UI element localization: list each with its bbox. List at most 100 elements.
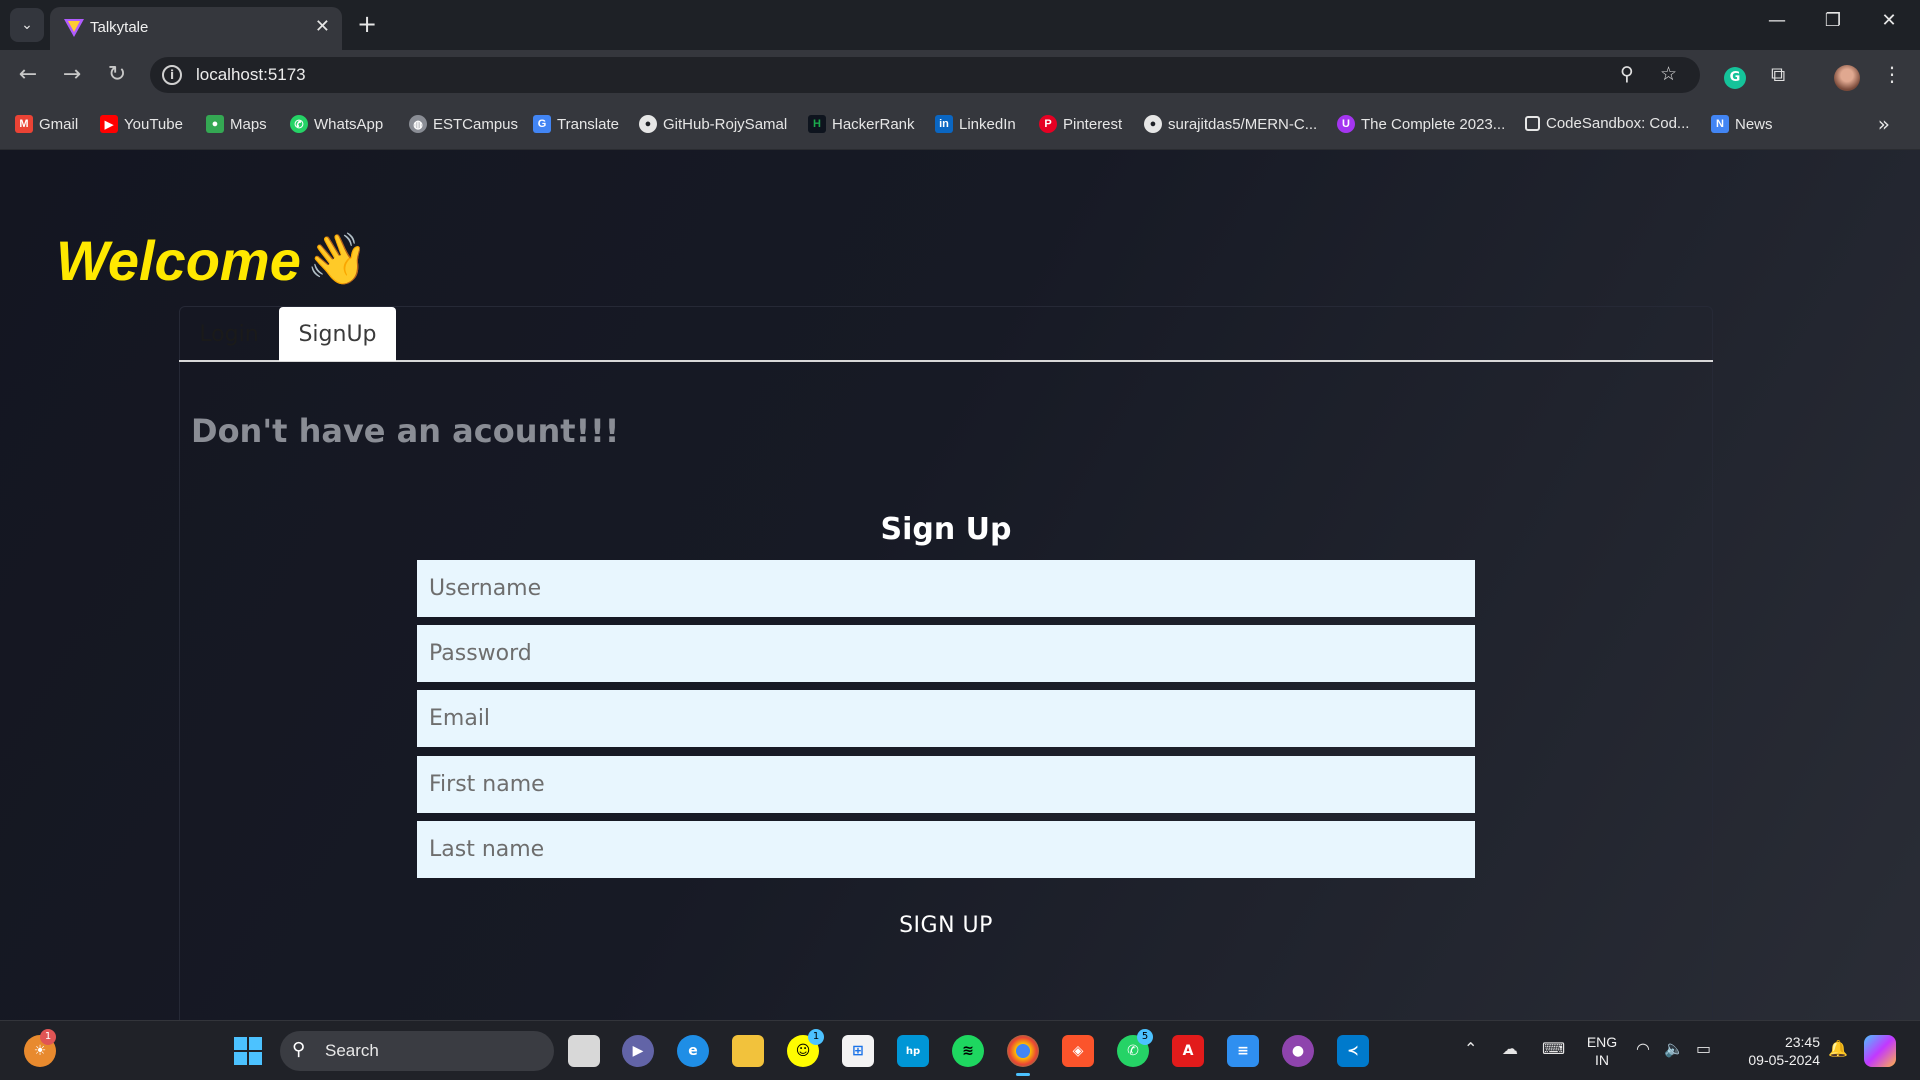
bookmark-complete-2023[interactable]: U The Complete 2023... [1337, 115, 1505, 133]
tab-login[interactable]: Login [180, 307, 278, 361]
extensions-puzzle-icon[interactable]: ⧉ [1771, 62, 1785, 86]
chrome-active-indicator [1016, 1073, 1030, 1076]
bookmark-translate[interactable]: G Translate [533, 115, 619, 133]
myhp-icon[interactable]: hp [897, 1035, 929, 1067]
onedrive-icon[interactable]: ☁ [1502, 1039, 1518, 1058]
github-icon: ● [639, 115, 657, 133]
tab-search-chevron-icon[interactable]: ⌄ [10, 8, 44, 42]
globe-icon: ◍ [409, 115, 427, 133]
app-page: Welcome 👋 Login SignUp Don't have an aco… [0, 150, 1920, 1080]
last-name-input[interactable] [417, 821, 1475, 878]
wifi-icon[interactable]: ◠ [1636, 1039, 1650, 1058]
keyboard-icon[interactable]: ⌨ [1542, 1039, 1565, 1058]
edge-icon[interactable]: e [677, 1035, 709, 1067]
youtube-icon: ▶ [100, 115, 118, 133]
restore-icon[interactable]: ❐ [1810, 10, 1856, 31]
windows-start-icon[interactable] [232, 1035, 264, 1067]
github-desktop-icon[interactable]: ● [1282, 1035, 1314, 1067]
tray-overflow-icon[interactable]: ⌃ [1464, 1039, 1477, 1058]
zoom-icon[interactable]: ⚲ [1620, 63, 1634, 85]
codesandbox-icon [1525, 116, 1540, 131]
bookmark-linkedin[interactable]: in LinkedIn [935, 115, 1016, 133]
bookmark-github-rojysamal[interactable]: ● GitHub-RojySamal [639, 115, 787, 133]
bookmark-star-icon[interactable]: ☆ [1660, 63, 1677, 85]
talkytale-favicon-icon [64, 19, 84, 37]
browser-menu-icon[interactable]: ⋮ [1882, 62, 1902, 86]
maps-icon: ● [206, 115, 224, 133]
bookmark-maps[interactable]: ● Maps [206, 115, 267, 133]
acrobat-icon[interactable]: A [1172, 1035, 1204, 1067]
weather-badge: 1 [40, 1029, 56, 1045]
address-url[interactable]: localhost:5173 [196, 65, 306, 85]
news-icon: N [1711, 115, 1729, 133]
spotify-icon[interactable]: ≋ [952, 1035, 984, 1067]
first-name-input[interactable] [417, 756, 1475, 813]
whatsapp-icon: ✆ [290, 115, 308, 133]
tab-title: Talkytale [90, 19, 149, 36]
notepad-icon[interactable]: ≡ [1227, 1035, 1259, 1067]
github-icon: ● [1144, 115, 1162, 133]
browser-tab-strip: ⌄ Talkytale ✕ + — ❐ ✕ [0, 0, 1920, 50]
waving-hand-icon: 👋 [306, 230, 369, 288]
bookmarks-bar: M Gmail ▶ YouTube ● Maps ✆ WhatsApp ◍ ES… [0, 100, 1920, 150]
hackerrank-icon: H [808, 115, 826, 133]
browser-toolbar: ← → ↻ i localhost:5173 ⚲ ☆ ⧉ ⋮ [0, 50, 1920, 100]
teams-meet-icon[interactable]: ▶ [622, 1035, 654, 1067]
taskbar-clock[interactable]: 23:45 09-05-2024 [1730, 1033, 1820, 1069]
tabs-divider [179, 360, 1713, 362]
bookmark-pinterest[interactable]: P Pinterest [1039, 115, 1122, 133]
bookmark-gmail[interactable]: M Gmail [15, 115, 78, 133]
chrome-icon[interactable] [1007, 1035, 1039, 1067]
reload-icon[interactable]: ↻ [101, 60, 133, 90]
username-input[interactable] [417, 560, 1475, 617]
bookmark-hackerrank[interactable]: H HackerRank [808, 115, 915, 133]
bookmark-youtube[interactable]: ▶ YouTube [100, 115, 183, 133]
translate-icon: G [533, 115, 551, 133]
windows-taskbar: ☀ 1 ⚲ Search ▶ e ☺ 1 ⊞ hp ≋ ◈ ✆ 5 A ≡ ● … [0, 1020, 1920, 1080]
brave-icon[interactable]: ◈ [1062, 1035, 1094, 1067]
search-icon: ⚲ [292, 1039, 306, 1060]
browser-tab-active[interactable]: Talkytale ✕ [50, 7, 342, 50]
task-view-icon[interactable] [568, 1035, 600, 1067]
taskbar-search-label: Search [325, 1041, 379, 1060]
new-tab-button[interactable]: + [352, 10, 382, 38]
bookmark-mern-repo[interactable]: ● surajitdas5/MERN-C... [1144, 115, 1317, 133]
profile-avatar[interactable] [1834, 65, 1860, 91]
minimize-icon[interactable]: — [1754, 10, 1800, 31]
volume-icon[interactable]: 🔈 [1664, 1039, 1684, 1058]
window-close-icon[interactable]: ✕ [1866, 10, 1912, 31]
tab-signup[interactable]: SignUp [279, 307, 396, 361]
bookmark-estcampus[interactable]: ◍ ESTCampus [409, 115, 518, 133]
bookmark-news[interactable]: N News [1711, 115, 1773, 133]
welcome-heading: Welcome [56, 229, 301, 292]
bookmark-whatsapp[interactable]: ✆ WhatsApp [290, 115, 383, 133]
udemy-icon: U [1337, 115, 1355, 133]
input-language[interactable]: ENG IN [1582, 1033, 1622, 1069]
vscode-icon[interactable]: ≺ [1337, 1035, 1369, 1067]
password-input[interactable] [417, 625, 1475, 682]
signup-tagline: Don't have an acount!!! [191, 412, 620, 450]
battery-icon[interactable]: ▭ [1696, 1039, 1711, 1058]
file-explorer-icon[interactable] [732, 1035, 764, 1067]
whatsapp-badge: 5 [1137, 1029, 1153, 1045]
taskbar-search-box[interactable]: ⚲ Search [280, 1031, 554, 1071]
windows-logo-icon [234, 1037, 262, 1065]
linkedin-icon: in [935, 115, 953, 133]
copilot-icon[interactable] [1864, 1035, 1896, 1067]
address-bar[interactable]: i localhost:5173 ⚲ ☆ [150, 57, 1700, 93]
microsoft-store-icon[interactable]: ⊞ [842, 1035, 874, 1067]
signup-submit-button[interactable]: SIGN UP [880, 905, 1012, 945]
pinterest-icon: P [1039, 115, 1057, 133]
back-arrow-icon[interactable]: ← [12, 60, 44, 90]
bookmarks-overflow-icon[interactable]: » [1878, 112, 1890, 136]
snapchat-badge: 1 [808, 1029, 824, 1045]
site-info-icon[interactable]: i [162, 65, 182, 85]
tab-close-icon[interactable]: ✕ [315, 16, 330, 37]
bookmark-codesandbox[interactable]: CodeSandbox: Cod... [1525, 115, 1689, 132]
gmail-icon: M [15, 115, 33, 133]
signup-form-title: Sign Up [880, 512, 1012, 547]
forward-arrow-icon[interactable]: → [56, 60, 88, 90]
notification-bell-icon[interactable]: 🔔 [1828, 1039, 1848, 1058]
email-input[interactable] [417, 690, 1475, 747]
grammarly-extension-icon[interactable]: G [1724, 67, 1746, 89]
